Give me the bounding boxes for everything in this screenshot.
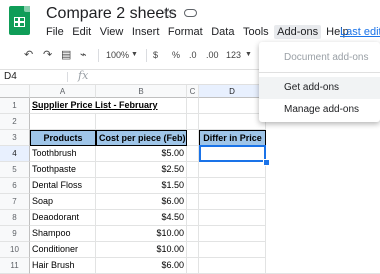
redo-icon[interactable]: ↷ xyxy=(43,48,52,62)
row-header[interactable]: 8 xyxy=(0,210,30,226)
product-cell[interactable]: Toothpaste xyxy=(30,162,96,178)
cost-cell[interactable]: $6.00 xyxy=(96,194,187,210)
cell[interactable] xyxy=(199,114,266,130)
cell[interactable] xyxy=(187,194,199,210)
cell[interactable] xyxy=(187,178,199,194)
cell[interactable] xyxy=(187,162,199,178)
cell[interactable] xyxy=(187,242,199,258)
chevron-down-icon[interactable]: ▼ xyxy=(131,48,138,62)
menu-addons[interactable]: Add-ons xyxy=(274,25,322,39)
cell[interactable] xyxy=(187,98,199,114)
differ-cell[interactable] xyxy=(199,258,266,274)
cell[interactable] xyxy=(187,226,199,242)
cell[interactable] xyxy=(30,114,96,130)
product-cell[interactable]: Conditioner xyxy=(30,242,96,258)
empty-cells[interactable] xyxy=(266,98,380,274)
cost-cell[interactable]: $6.00 xyxy=(96,258,187,274)
menu-tools[interactable]: Tools xyxy=(243,25,269,39)
product-cell[interactable]: Soap xyxy=(30,194,96,210)
differ-cell[interactable] xyxy=(199,210,266,226)
increase-decimal-button[interactable]: .00 xyxy=(206,48,219,62)
header-differ[interactable]: Differ in Price xyxy=(199,130,266,146)
menu-bar: File Edit View Insert Format Data Tools … xyxy=(46,25,357,39)
document-title[interactable]: Compare 2 sheets xyxy=(46,5,177,23)
print-icon[interactable]: ▤ xyxy=(61,48,71,62)
differ-cell[interactable] xyxy=(199,242,266,258)
row-header[interactable]: 10 xyxy=(0,242,30,258)
menu-file[interactable]: File xyxy=(46,25,64,39)
menu-data[interactable]: Data xyxy=(211,25,234,39)
paint-format-icon[interactable]: ⌁ xyxy=(80,48,87,62)
differ-cell[interactable] xyxy=(199,194,266,210)
select-all-corner[interactable] xyxy=(0,85,30,98)
row-header[interactable]: 11 xyxy=(0,258,30,274)
cost-cell[interactable]: $10.00 xyxy=(96,242,187,258)
menu-divider xyxy=(259,72,380,73)
row-header[interactable]: 6 xyxy=(0,178,30,194)
differ-cell[interactable] xyxy=(199,162,266,178)
sheet-title-cell[interactable]: Supplier Price List - February xyxy=(30,98,187,114)
menu-insert[interactable]: Insert xyxy=(132,25,160,39)
menu-item-manage-addons[interactable]: Manage add-ons xyxy=(259,99,380,121)
menu-view[interactable]: View xyxy=(100,25,124,39)
differ-cell[interactable] xyxy=(199,178,266,194)
cost-cell[interactable]: $2.50 xyxy=(96,162,187,178)
more-formats-button[interactable]: 123 xyxy=(226,48,241,62)
menu-edit[interactable]: Edit xyxy=(72,25,91,39)
fx-icon: fx xyxy=(78,69,89,82)
row-header[interactable]: 5 xyxy=(0,162,30,178)
chevron-down-icon[interactable]: ▼ xyxy=(245,48,252,62)
row-header[interactable]: 2 xyxy=(0,114,30,130)
menu-format[interactable]: Format xyxy=(168,25,203,39)
star-icon[interactable]: ☆ xyxy=(162,5,175,22)
percent-format-button[interactable]: % xyxy=(172,48,180,62)
header-cost[interactable]: Cost per piece (Feb) xyxy=(96,130,187,146)
column-header-a[interactable]: A xyxy=(30,85,96,98)
row-header[interactable]: 7 xyxy=(0,194,30,210)
zoom-select[interactable]: 100% xyxy=(106,48,129,62)
product-cell[interactable]: Toothbrush xyxy=(30,146,96,162)
column-header-c[interactable]: C xyxy=(187,85,199,98)
column-header-b[interactable]: B xyxy=(96,85,187,98)
sheets-logo-icon[interactable] xyxy=(9,6,30,35)
currency-format-button[interactable]: $ xyxy=(153,48,158,62)
row-header[interactable]: 1 xyxy=(0,98,30,114)
row-header[interactable]: 4 xyxy=(0,146,30,162)
cost-cell[interactable]: $5.00 xyxy=(96,146,187,162)
cell[interactable] xyxy=(199,98,266,114)
product-cell[interactable]: Shampoo xyxy=(30,226,96,242)
header-products[interactable]: Products xyxy=(30,130,96,146)
name-box[interactable]: D4 xyxy=(4,70,17,84)
product-cell[interactable]: Deaodorant xyxy=(30,210,96,226)
cost-cell[interactable]: $1.50 xyxy=(96,178,187,194)
product-cell[interactable]: Dental Floss xyxy=(30,178,96,194)
addons-dropdown-menu: Document add-ons Get add-ons Manage add-… xyxy=(259,42,380,122)
cell[interactable] xyxy=(187,146,199,162)
cell[interactable] xyxy=(187,130,199,146)
menu-item-get-addons[interactable]: Get add-ons xyxy=(259,77,380,99)
cell[interactable] xyxy=(187,114,199,130)
menu-item-document-addons: Document add-ons xyxy=(284,52,369,63)
cost-cell[interactable]: $4.50 xyxy=(96,210,187,226)
last-edit-link[interactable]: Last edit xyxy=(340,25,380,39)
selected-cell-d4[interactable] xyxy=(199,145,266,162)
row-header[interactable]: 3 xyxy=(0,130,30,146)
fill-handle[interactable] xyxy=(263,159,270,166)
cell[interactable] xyxy=(187,210,199,226)
cell[interactable] xyxy=(187,258,199,274)
cell[interactable] xyxy=(96,114,187,130)
product-cell[interactable]: Hair Brush xyxy=(30,258,96,274)
differ-cell[interactable] xyxy=(199,226,266,242)
row-header[interactable]: 9 xyxy=(0,226,30,242)
column-header-d[interactable]: D xyxy=(199,85,266,98)
cloud-status-icon[interactable] xyxy=(184,9,197,17)
cost-cell[interactable]: $10.00 xyxy=(96,226,187,242)
undo-icon[interactable]: ↶ xyxy=(24,48,33,62)
decrease-decimal-button[interactable]: .0 xyxy=(189,48,197,62)
